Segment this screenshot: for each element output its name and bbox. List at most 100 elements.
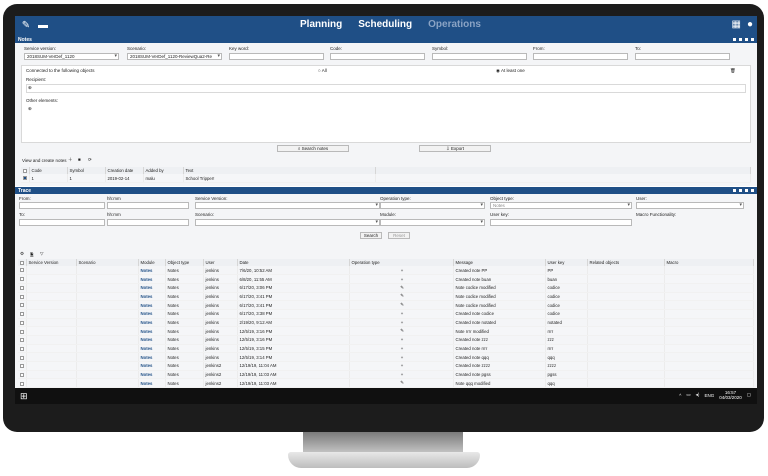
- code-input[interactable]: [330, 53, 425, 60]
- network-icon[interactable]: ▭: [686, 392, 690, 398]
- volume-icon[interactable]: ◂): [696, 392, 700, 398]
- col-added-by[interactable]: Added by: [143, 167, 184, 174]
- table-row[interactable]: Notes Notes jenkins 6/8/20, 11:55 AM + Create…: [18, 274, 754, 284]
- export-button[interactable]: ⇩ Export: [419, 145, 491, 152]
- language-indicator[interactable]: ENG: [704, 393, 714, 398]
- col-service-version[interactable]: Service Version: [26, 259, 77, 266]
- row-checkbox[interactable]: [18, 300, 27, 310]
- row-checkbox[interactable]: [18, 344, 27, 354]
- close-icon[interactable]: [750, 188, 755, 193]
- settings-icon[interactable]: ⚙: [20, 251, 24, 257]
- recipient-field[interactable]: [26, 84, 746, 93]
- chevron-up-icon[interactable]: ^: [679, 393, 681, 398]
- user-key-input[interactable]: [490, 219, 632, 226]
- nav-tab-planning[interactable]: Planning: [300, 19, 342, 30]
- radio-all[interactable]: ○ All: [318, 68, 327, 73]
- table-row[interactable]: Notes Notes jenkins 2/19/20, 9:12 AM + Create…: [18, 318, 754, 328]
- table-row[interactable]: Notes Notes jenkins 6/17/20, 3:41 PM ✎ Note c…: [18, 292, 754, 302]
- col-text[interactable]: Text: [183, 167, 376, 174]
- table-row[interactable]: Notes Notes jenkins2 12/19/19, 11:04 AM + Cre…: [18, 361, 754, 371]
- row-checkbox[interactable]: [18, 292, 27, 302]
- clock[interactable]: 16:57 04/03/2020: [719, 390, 742, 400]
- minimize-icon[interactable]: [732, 188, 737, 193]
- row-checkbox[interactable]: [18, 309, 27, 319]
- nav-tab-scheduling[interactable]: Scheduling: [358, 19, 412, 30]
- col-operation-type[interactable]: Operation type: [349, 259, 454, 266]
- row-checkbox[interactable]: [18, 326, 27, 336]
- select-all-checkbox[interactable]: [21, 167, 30, 174]
- operation-type-select[interactable]: [380, 202, 485, 209]
- pen-icon[interactable]: ✎: [20, 20, 32, 32]
- table-row[interactable]: Notes Notes jenkins 6/17/20, 3:06 PM ✎ Note c…: [18, 283, 754, 293]
- restore-icon[interactable]: [738, 188, 743, 193]
- trace-select-all[interactable]: [18, 259, 27, 266]
- from-date-input[interactable]: [533, 53, 628, 60]
- row-checkbox[interactable]: [18, 274, 27, 284]
- col-object-type[interactable]: Object type: [165, 259, 204, 266]
- export-file-icon[interactable]: 🗎: [30, 251, 34, 259]
- row-checkbox[interactable]: [18, 370, 27, 380]
- add-note-icon[interactable]: ＋: [68, 157, 73, 163]
- col-scenario[interactable]: Scenario: [76, 259, 139, 266]
- row-checkbox[interactable]: [18, 318, 27, 328]
- trace-reset-button[interactable]: Reset: [388, 232, 410, 239]
- radio-at-least-one[interactable]: ◉ At least one: [496, 68, 525, 74]
- row-checkbox[interactable]: [18, 283, 27, 293]
- trace-user-select[interactable]: [636, 202, 744, 209]
- trace-from-date[interactable]: [19, 202, 105, 209]
- module-select[interactable]: [380, 219, 485, 226]
- table-row[interactable]: 1 1 2019-02-14 malu School Tripper!: [21, 174, 751, 184]
- close-icon[interactable]: [750, 37, 755, 42]
- trace-to-time[interactable]: [107, 219, 189, 226]
- trace-scenario-select[interactable]: [195, 219, 380, 226]
- table-row[interactable]: Notes Notes jenkins2 12/19/19, 11:03 AM ✎ Not…: [18, 378, 754, 389]
- col-code[interactable]: Code: [29, 167, 68, 174]
- apps-grid-icon[interactable]: ▦: [732, 19, 741, 30]
- trace-service-version-select[interactable]: [195, 202, 380, 209]
- chat-icon[interactable]: ▬: [37, 20, 49, 32]
- refresh-icon[interactable]: ⟳: [88, 157, 92, 163]
- keyword-input[interactable]: [229, 53, 324, 60]
- trash-icon[interactable]: 🗑: [730, 68, 736, 74]
- nav-tab-operations[interactable]: Operations: [428, 19, 481, 30]
- col-user-key[interactable]: User key: [545, 259, 588, 266]
- minimize-icon[interactable]: [732, 37, 737, 42]
- object-type-select[interactable]: Notes: [490, 202, 632, 209]
- row-checkbox[interactable]: [18, 335, 27, 345]
- delete-note-icon[interactable]: ■: [78, 157, 81, 162]
- row-checkbox[interactable]: [21, 174, 30, 184]
- col-related-objects[interactable]: Related objects: [587, 259, 665, 266]
- maximize-icon[interactable]: [744, 37, 749, 42]
- table-row[interactable]: Notes Notes jenkins 7/6/20, 10:52 AM + Create…: [18, 266, 754, 276]
- symbol-input[interactable]: [432, 53, 527, 60]
- col-user[interactable]: User: [203, 259, 238, 266]
- row-checkbox[interactable]: [18, 378, 27, 389]
- trace-search-button[interactable]: Search: [360, 232, 382, 239]
- add-recipient-icon[interactable]: ⊕: [28, 85, 32, 91]
- table-row[interactable]: Notes Notes jenkins 12/5/19, 3:14 PM + Create…: [18, 352, 754, 363]
- notifications-icon[interactable]: ▢: [747, 392, 751, 398]
- col-message[interactable]: Message: [453, 259, 546, 266]
- row-checkbox[interactable]: [18, 361, 27, 371]
- add-element-icon[interactable]: ⊕: [28, 106, 32, 112]
- windows-start-icon[interactable]: ⊞: [20, 391, 28, 402]
- maximize-icon[interactable]: [744, 188, 749, 193]
- table-row[interactable]: Notes Notes jenkins 12/5/19, 3:16 PM ✎ Note r…: [18, 326, 754, 336]
- table-row[interactable]: Notes Notes jenkins 12/5/19, 3:15 PM + Create…: [18, 344, 754, 354]
- col-macro[interactable]: Macro: [664, 259, 754, 266]
- service-version-select[interactable]: 2018SUM-VerDef_1120: [24, 53, 119, 60]
- table-row[interactable]: Notes Notes jenkins 12/5/19, 3:16 PM + Create…: [18, 335, 754, 345]
- trace-to-date[interactable]: [19, 219, 105, 226]
- col-creation-date[interactable]: Creation date: [105, 167, 144, 174]
- table-row[interactable]: Notes Notes jenkins2 12/19/19, 11:03 AM + Cre…: [18, 370, 754, 380]
- col-module[interactable]: Module: [138, 259, 166, 266]
- search-notes-button[interactable]: ⌕ Search notes: [277, 145, 349, 152]
- row-checkbox[interactable]: [18, 266, 27, 276]
- table-row[interactable]: Notes Notes jenkins 6/17/20, 3:38 PM + Create…: [18, 309, 754, 319]
- user-icon[interactable]: ●: [747, 19, 753, 30]
- trace-from-time[interactable]: [107, 202, 189, 209]
- scenario-select[interactable]: 2018SUM-VerDef_1120-ReviewQua2-Re: [127, 53, 222, 60]
- to-date-input[interactable]: [635, 53, 730, 60]
- filter-icon[interactable]: ▽: [40, 251, 43, 257]
- row-checkbox[interactable]: [18, 352, 27, 363]
